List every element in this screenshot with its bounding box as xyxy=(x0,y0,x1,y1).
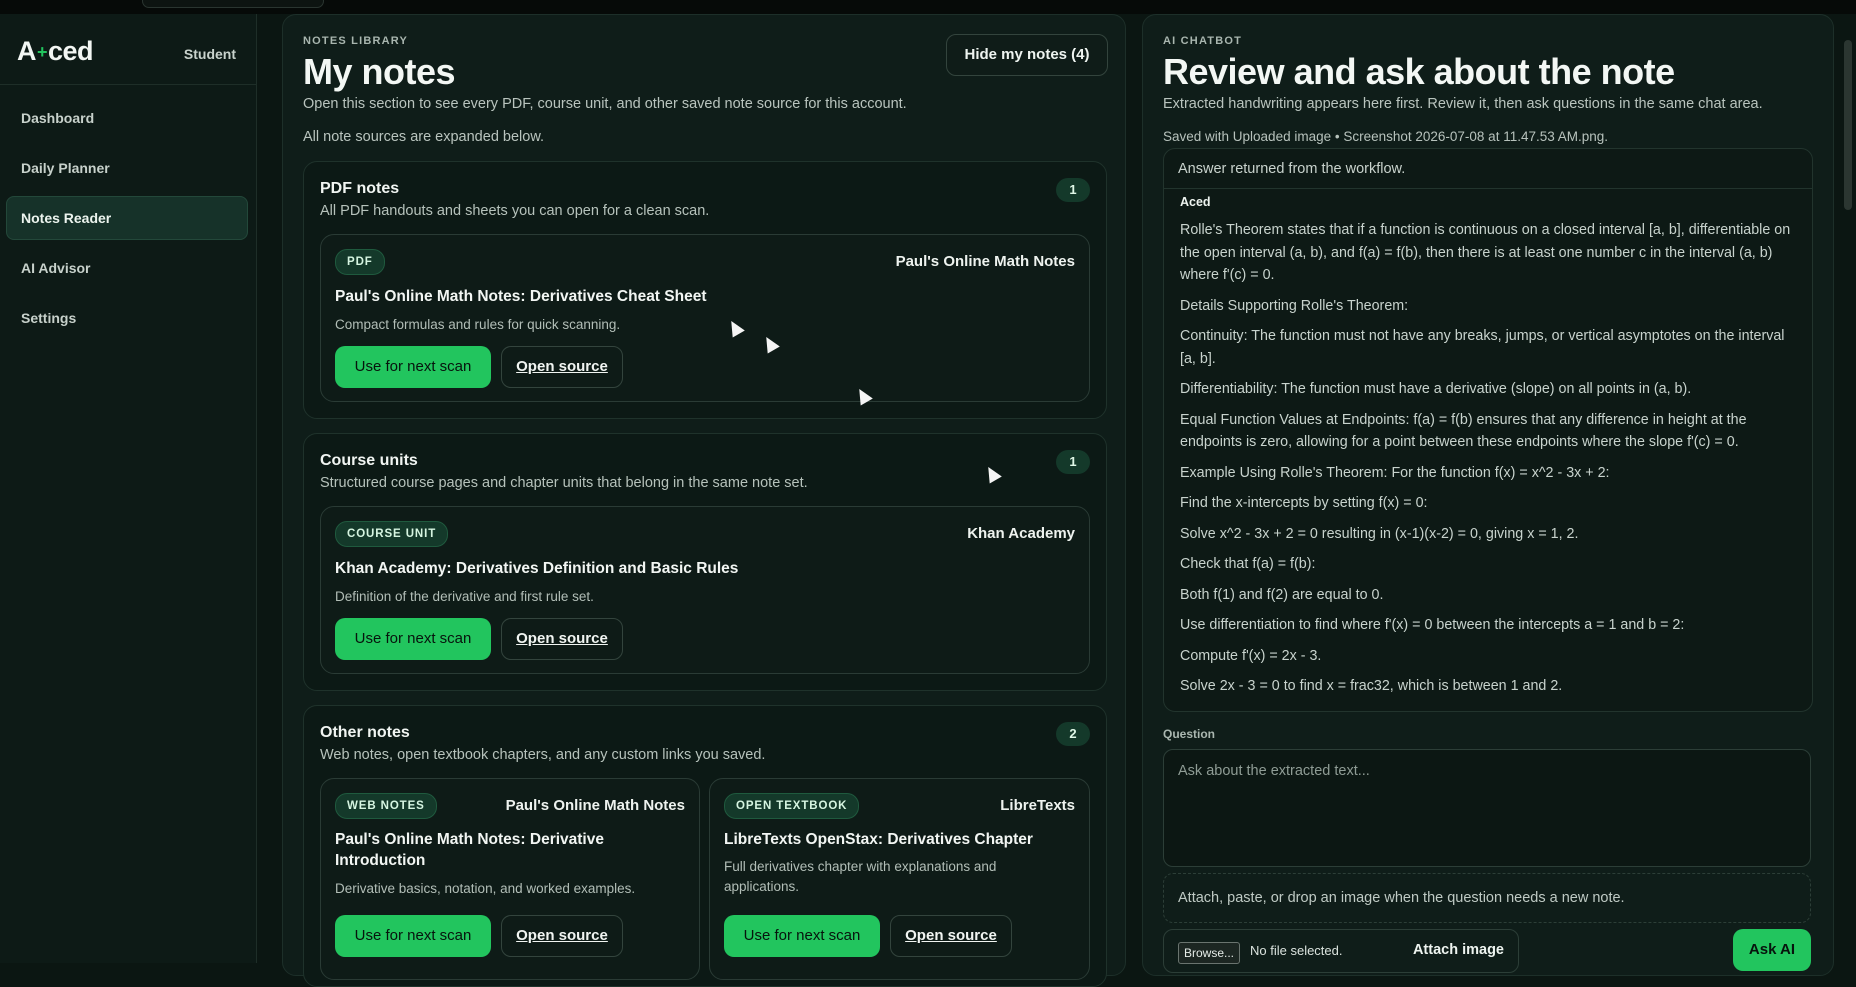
group-pdf-notes: PDF notes All PDF handouts and sheets yo… xyxy=(303,161,1107,419)
message-paragraph: Continuity: The function must not have a… xyxy=(1180,328,1785,367)
group-description: Structured course pages and chapter unit… xyxy=(320,475,808,491)
note-source-name: Paul's Online Math Notes xyxy=(505,797,685,814)
note-description: Definition of the derivative and first r… xyxy=(335,589,594,604)
question-input[interactable]: Ask about the extracted text... xyxy=(1163,749,1811,867)
note-type-tag: WEB NOTES xyxy=(335,793,437,819)
note-description: Compact formulas and rules for quick sca… xyxy=(335,317,621,332)
sidebar-item-dashboard[interactable]: Dashboard xyxy=(6,96,248,140)
chatbot-description: Extracted handwriting appears here first… xyxy=(1163,96,1763,112)
browse-button[interactable]: Browse... xyxy=(1178,942,1241,964)
use-for-next-scan-button[interactable]: Use for next scan xyxy=(335,346,491,388)
notes-library-panel: NOTES LIBRARY My notes Open this section… xyxy=(282,14,1126,987)
file-picker: Browse... No file selected. Attach image xyxy=(1163,929,1519,973)
question-label: Question xyxy=(1163,727,1216,741)
group-title: Course units xyxy=(320,452,418,469)
open-source-button[interactable]: Open source xyxy=(501,346,623,388)
note-card: COURSE UNIT Khan Academy Khan Academy: D… xyxy=(320,506,1090,674)
saved-with-status: Saved with Uploaded image • Screenshot 2… xyxy=(1163,129,1609,144)
use-for-next-scan-button[interactable]: Use for next scan xyxy=(335,618,491,660)
expanded-note: All note sources are expanded below. xyxy=(303,129,545,145)
use-for-next-scan-button[interactable]: Use for next scan xyxy=(335,915,491,957)
count-badge: 1 xyxy=(1056,178,1090,202)
note-card: OPEN TEXTBOOK LibreTexts LibreTexts Open… xyxy=(709,778,1090,980)
note-title: Khan Academy: Derivatives Definition and… xyxy=(335,560,739,577)
sidebar-divider xyxy=(0,84,256,85)
chat-area[interactable]: Answer returned from the workflow. Aced … xyxy=(1163,148,1813,712)
note-title: LibreTexts OpenStax: Derivatives Chapter xyxy=(724,831,1033,848)
page-scrollbar[interactable] xyxy=(1844,40,1852,210)
address-pill[interactable] xyxy=(142,0,324,8)
sidebar-item-ai-advisor[interactable]: AI Advisor xyxy=(6,246,248,290)
note-description: Full derivatives chapter with explanatio… xyxy=(724,859,997,894)
note-source-name: LibreTexts xyxy=(1000,797,1075,814)
message-paragraph: Solve 2x - 3 = 0 to find x = frac32, whi… xyxy=(1180,678,1563,694)
sidebar: A+ced Student Dashboard Daily Planner No… xyxy=(0,14,257,963)
open-source-button[interactable]: Open source xyxy=(501,915,623,957)
note-card: WEB NOTES Paul's Online Math Notes Paul'… xyxy=(320,778,700,980)
group-title: PDF notes xyxy=(320,180,400,197)
sidebar-item-settings[interactable]: Settings xyxy=(6,296,248,340)
note-title: Paul's Online Math Notes: Derivative Int… xyxy=(335,831,604,869)
logo-plus-icon: + xyxy=(37,42,48,62)
message-paragraph: Find the x-intercepts by setting f(x) = … xyxy=(1180,495,1428,511)
note-type-tag: PDF xyxy=(335,249,385,275)
library-description: Open this section to see every PDF, cour… xyxy=(303,96,907,112)
note-source-name: Paul's Online Math Notes xyxy=(895,253,1075,270)
section-eyebrow: AI CHATBOT xyxy=(1163,35,1243,47)
attach-image-button[interactable]: Attach image xyxy=(1413,942,1504,958)
note-type-tag: OPEN TEXTBOOK xyxy=(724,793,860,819)
image-drop-zone[interactable]: Attach, paste, or drop an image when the… xyxy=(1163,873,1811,923)
group-description: All PDF handouts and sheets you can open… xyxy=(320,203,710,219)
message-sender: Aced xyxy=(1180,195,1211,209)
message-paragraph: Example Using Rolle's Theorem: For the f… xyxy=(1180,464,1610,481)
count-badge: 2 xyxy=(1056,722,1090,746)
note-source-name: Khan Academy xyxy=(967,525,1075,542)
message-paragraph: Both f(1) and f(2) are equal to 0. xyxy=(1180,586,1384,603)
sidebar-nav: Dashboard Daily Planner Notes Reader AI … xyxy=(6,96,248,346)
page-title: My notes xyxy=(303,51,456,92)
note-type-tag: COURSE UNIT xyxy=(335,521,449,547)
sidebar-item-notes-reader[interactable]: Notes Reader xyxy=(6,196,248,240)
assistant-message: Rolle's Theorem states that if a functio… xyxy=(1180,219,1792,706)
group-other-notes: Other notes Web notes, open textbook cha… xyxy=(303,705,1107,987)
file-status: No file selected. xyxy=(1250,943,1343,958)
message-paragraph: Details Supporting Rolle's Theorem: xyxy=(1180,297,1409,314)
section-eyebrow: NOTES LIBRARY xyxy=(303,35,409,47)
message-paragraph: Solve x^2 - 3x + 2 = 0 resulting in (x-1… xyxy=(1180,525,1579,542)
chatbot-title: Review and ask about the note xyxy=(1163,51,1675,92)
note-card: PDF Paul's Online Math Notes Paul's Onli… xyxy=(320,234,1090,402)
use-for-next-scan-button[interactable]: Use for next scan xyxy=(724,915,880,957)
message-paragraph: Compute f'(x) = 2x - 3. xyxy=(1180,647,1322,664)
note-description: Derivative basics, notation, and worked … xyxy=(335,881,636,896)
answer-status: Answer returned from the workflow. xyxy=(1164,149,1812,189)
group-title: Other notes xyxy=(320,724,410,741)
message-paragraph: Use differentiation to find where f'(x) … xyxy=(1180,617,1685,633)
sidebar-item-daily-planner[interactable]: Daily Planner xyxy=(6,146,248,190)
message-paragraph: Differentiability: The function must hav… xyxy=(1180,381,1692,397)
hide-notes-button[interactable]: Hide my notes (4) xyxy=(946,34,1108,76)
open-source-button[interactable]: Open source xyxy=(501,618,623,660)
message-paragraph: Equal Function Values at Endpoints: f(a)… xyxy=(1180,411,1747,451)
app-logo[interactable]: A+ced xyxy=(17,36,94,67)
ai-chatbot-panel: AI CHATBOT Review and ask about the note… xyxy=(1142,14,1834,976)
note-title: Paul's Online Math Notes: Derivatives Ch… xyxy=(335,288,707,305)
open-source-button[interactable]: Open source xyxy=(890,915,1012,957)
count-badge: 1 xyxy=(1056,450,1090,474)
message-paragraph: Check that f(a) = f(b): xyxy=(1180,556,1316,572)
ask-ai-button[interactable]: Ask AI xyxy=(1733,929,1811,971)
user-role: Student xyxy=(183,46,236,62)
browser-top-strip xyxy=(0,0,1856,14)
message-paragraph: Rolle's Theorem states that if a functio… xyxy=(1180,222,1791,283)
group-description: Web notes, open textbook chapters, and a… xyxy=(320,747,766,763)
